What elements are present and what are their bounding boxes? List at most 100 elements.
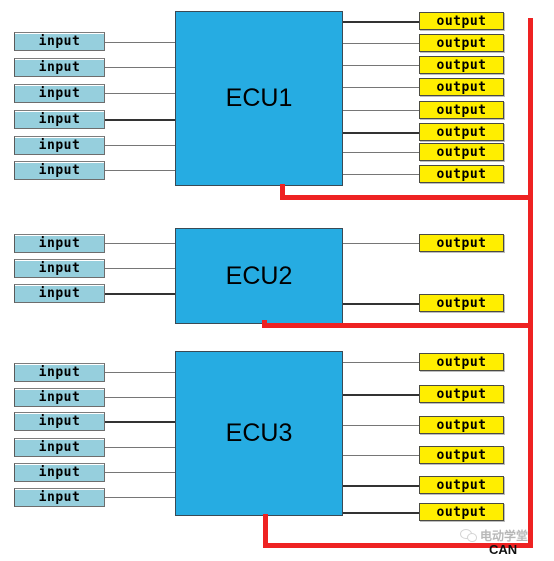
output-wire (343, 243, 421, 244)
input-wire (105, 93, 178, 94)
can-bus-branch-ecu1 (280, 195, 533, 200)
output-label: output (436, 447, 487, 463)
output-wire (343, 110, 421, 111)
input-label: input (38, 286, 81, 301)
output-label: output (436, 386, 487, 402)
input-chip[interactable]: input (14, 58, 105, 77)
output-wire (343, 512, 421, 514)
output-chip[interactable]: output (419, 385, 504, 403)
output-chip[interactable]: output (419, 416, 504, 434)
input-wire (105, 42, 178, 43)
input-chip[interactable]: input (14, 110, 105, 129)
watermark-text: 电动学堂 (480, 528, 529, 543)
input-label: input (38, 112, 81, 127)
input-wire (105, 145, 178, 146)
output-label: output (436, 13, 487, 29)
input-label: input (38, 86, 81, 101)
output-chip[interactable]: output (419, 123, 504, 141)
input-wire (105, 268, 178, 269)
input-chip[interactable]: input (14, 161, 105, 180)
input-chip[interactable]: input (14, 463, 105, 482)
output-wire (343, 425, 421, 426)
output-wire (343, 394, 421, 396)
input-chip[interactable]: input (14, 363, 105, 382)
ecu-block-ecu1[interactable]: ECU1 (175, 11, 343, 186)
input-wire (105, 447, 178, 448)
output-label: output (436, 235, 487, 251)
output-chip[interactable]: output (419, 101, 504, 119)
output-label: output (436, 144, 487, 160)
input-label: input (38, 34, 81, 49)
input-wire (105, 421, 178, 423)
input-chip[interactable]: input (14, 488, 105, 507)
input-chip[interactable]: input (14, 84, 105, 103)
output-label: output (436, 57, 487, 73)
output-chip[interactable]: output (419, 503, 504, 521)
output-label: output (436, 417, 487, 433)
input-label: input (38, 414, 81, 429)
input-wire (105, 119, 178, 121)
output-chip[interactable]: output (419, 165, 504, 183)
output-wire (343, 152, 421, 153)
input-wire (105, 170, 178, 171)
input-chip[interactable]: input (14, 412, 105, 431)
output-chip[interactable]: output (419, 56, 504, 74)
input-chip[interactable]: input (14, 136, 105, 155)
input-chip[interactable]: input (14, 284, 105, 303)
input-wire (105, 372, 178, 373)
watermark: 电动学堂 (460, 529, 528, 542)
output-label: output (436, 295, 487, 311)
output-chip[interactable]: output (419, 294, 504, 312)
ecu-block-ecu2[interactable]: ECU2 (175, 228, 343, 324)
input-wire (105, 397, 178, 398)
output-label: output (436, 504, 487, 520)
input-chip[interactable]: input (14, 234, 105, 253)
input-label: input (38, 236, 81, 251)
input-label: input (38, 490, 81, 505)
can-bus-label: CAN (489, 542, 518, 557)
input-label: input (38, 390, 81, 405)
output-wire (343, 43, 421, 44)
diagram-canvas: input input input input input input ECU1… (0, 0, 554, 561)
output-chip[interactable]: output (419, 12, 504, 30)
input-label: input (38, 261, 81, 276)
output-label: output (436, 102, 487, 118)
output-chip[interactable]: output (419, 446, 504, 464)
ecu-label: ECU2 (225, 261, 293, 290)
output-wire (343, 87, 421, 88)
output-label: output (436, 354, 487, 370)
output-chip[interactable]: output (419, 476, 504, 494)
output-chip[interactable]: output (419, 78, 504, 96)
input-chip[interactable]: input (14, 259, 105, 278)
output-wire (343, 65, 421, 66)
ecu-label: ECU1 (225, 84, 293, 112)
input-label: input (38, 163, 81, 178)
output-chip[interactable]: output (419, 234, 504, 252)
output-wire (343, 174, 421, 175)
input-label: input (38, 465, 81, 480)
output-label: output (436, 477, 487, 493)
output-wire (343, 132, 421, 134)
input-wire (105, 497, 178, 498)
output-chip[interactable]: output (419, 34, 504, 52)
input-wire (105, 67, 178, 68)
output-wire (343, 303, 421, 305)
output-wire (343, 485, 421, 487)
wechat-icon (460, 529, 477, 542)
output-wire (343, 455, 421, 456)
input-chip[interactable]: input (14, 32, 105, 51)
input-label: input (38, 365, 81, 380)
input-chip[interactable]: input (14, 438, 105, 457)
ecu-label: ECU3 (225, 419, 293, 447)
input-label: input (38, 60, 81, 75)
output-label: output (436, 35, 487, 51)
output-label: output (436, 124, 487, 140)
output-chip[interactable]: output (419, 143, 504, 161)
output-wire (343, 362, 421, 363)
output-chip[interactable]: output (419, 353, 504, 371)
input-label: input (38, 138, 81, 153)
output-label: output (436, 166, 487, 182)
input-chip[interactable]: input (14, 388, 105, 407)
ecu-block-ecu3[interactable]: ECU3 (175, 351, 343, 516)
can-bus-branch-ecu2 (262, 323, 533, 328)
